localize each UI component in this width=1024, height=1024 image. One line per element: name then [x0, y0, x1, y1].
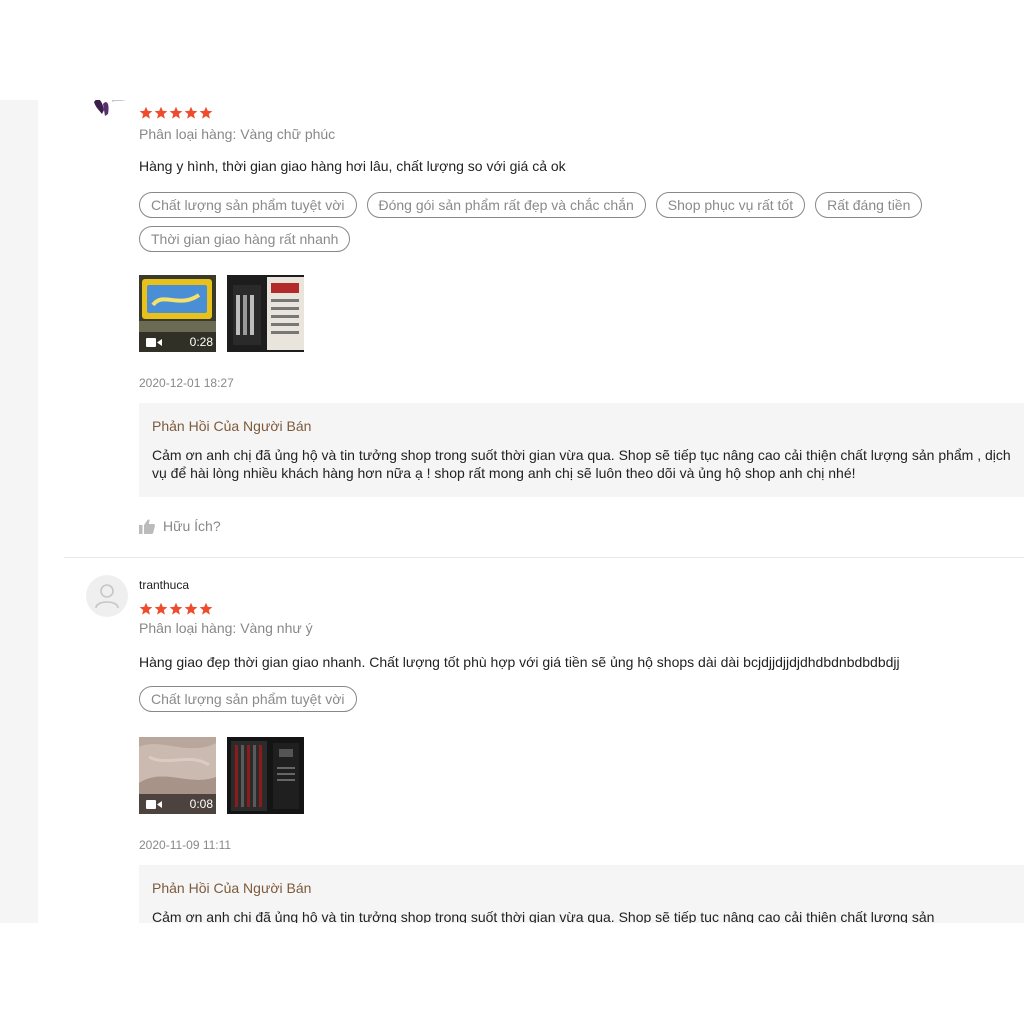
avatar[interactable]	[86, 575, 128, 617]
review-date: 2020-11-09 11:11	[139, 838, 232, 852]
review-tag: Rất đáng tiền	[815, 192, 923, 218]
review-image-thumbnail[interactable]	[227, 275, 304, 352]
seller-reply-text: Cảm ơn anh chị đã ủng hộ và tin tưởng sh…	[152, 909, 935, 923]
rating-stars	[139, 602, 213, 616]
star-icon	[139, 106, 153, 119]
review-tag: Thời gian giao hàng rất nhanh	[139, 226, 351, 252]
star-icon	[139, 602, 153, 615]
video-camera-icon	[146, 799, 162, 809]
review-tag: Đóng gói sản phẩm rất đẹp và chắc chắn	[366, 192, 646, 218]
video-overlay: 0:08	[139, 794, 216, 814]
review-video-thumbnail[interactable]: 0:08	[139, 737, 216, 814]
review-tags: Chất lượng sản phẩm tuyệt vời Đóng gói s…	[139, 192, 989, 252]
star-icon	[169, 602, 183, 615]
star-icon	[169, 106, 183, 119]
review-divider	[64, 557, 1024, 558]
video-duration: 0:28	[189, 335, 213, 349]
reviewer-username: tranthuca	[139, 578, 190, 592]
review-tag: Shop phục vụ rất tốt	[655, 192, 806, 218]
reviews-panel: Phân loại hàng: Vàng chữ phúc Hàng y hìn…	[0, 100, 1024, 923]
thumbs-up-icon	[139, 518, 155, 534]
helpful-label: Hữu Ích?	[163, 518, 221, 534]
rating-stars	[139, 106, 213, 120]
seller-reply: Phản Hồi Của Người Bán Cảm ơn anh chị đã…	[139, 403, 1024, 497]
variant-label: Phân loại hàng: Vàng chữ phúc	[139, 126, 336, 142]
review-tags: Chất lượng sản phẩm tuyệt vời	[139, 686, 989, 712]
review-media: 0:08	[139, 737, 304, 814]
star-icon	[154, 106, 168, 119]
review-video-thumbnail[interactable]: 0:28	[139, 275, 216, 352]
video-overlay: 0:28	[139, 332, 216, 352]
star-icon	[199, 602, 213, 615]
variant-label: Phân loại hàng: Vàng như ý	[139, 620, 313, 636]
left-gutter	[0, 100, 38, 923]
review-media: 0:28	[139, 275, 304, 352]
review-tag: Chất lượng sản phẩm tuyệt vời	[139, 192, 357, 218]
seller-reply-title: Phản Hồi Của Người Bán	[152, 418, 312, 434]
star-icon	[199, 106, 213, 119]
video-camera-icon	[146, 337, 162, 347]
review-comment: Hàng y hình, thời gian giao hàng hơi lâu…	[139, 158, 566, 174]
review-image-thumbnail[interactable]	[227, 737, 304, 814]
review-date: 2020-12-01 18:27	[139, 376, 234, 390]
seller-reply: Phản Hồi Của Người Bán Cảm ơn anh chị đã…	[139, 865, 1024, 923]
star-icon	[184, 602, 198, 615]
seller-reply-title: Phản Hồi Của Người Bán	[152, 880, 312, 896]
video-duration: 0:08	[189, 797, 213, 811]
star-icon	[154, 602, 168, 615]
helpful-button[interactable]: Hữu Ích?	[139, 518, 221, 534]
user-placeholder-icon	[95, 584, 119, 609]
seller-reply-text: Cảm ơn anh chị đã ủng hộ và tin tưởng sh…	[152, 447, 1011, 481]
review-tag: Chất lượng sản phẩm tuyệt vời	[139, 686, 357, 712]
star-icon	[184, 106, 198, 119]
avatar[interactable]	[86, 100, 128, 122]
review-comment: Hàng giao đẹp thời gian giao nhanh. Chất…	[139, 654, 900, 670]
